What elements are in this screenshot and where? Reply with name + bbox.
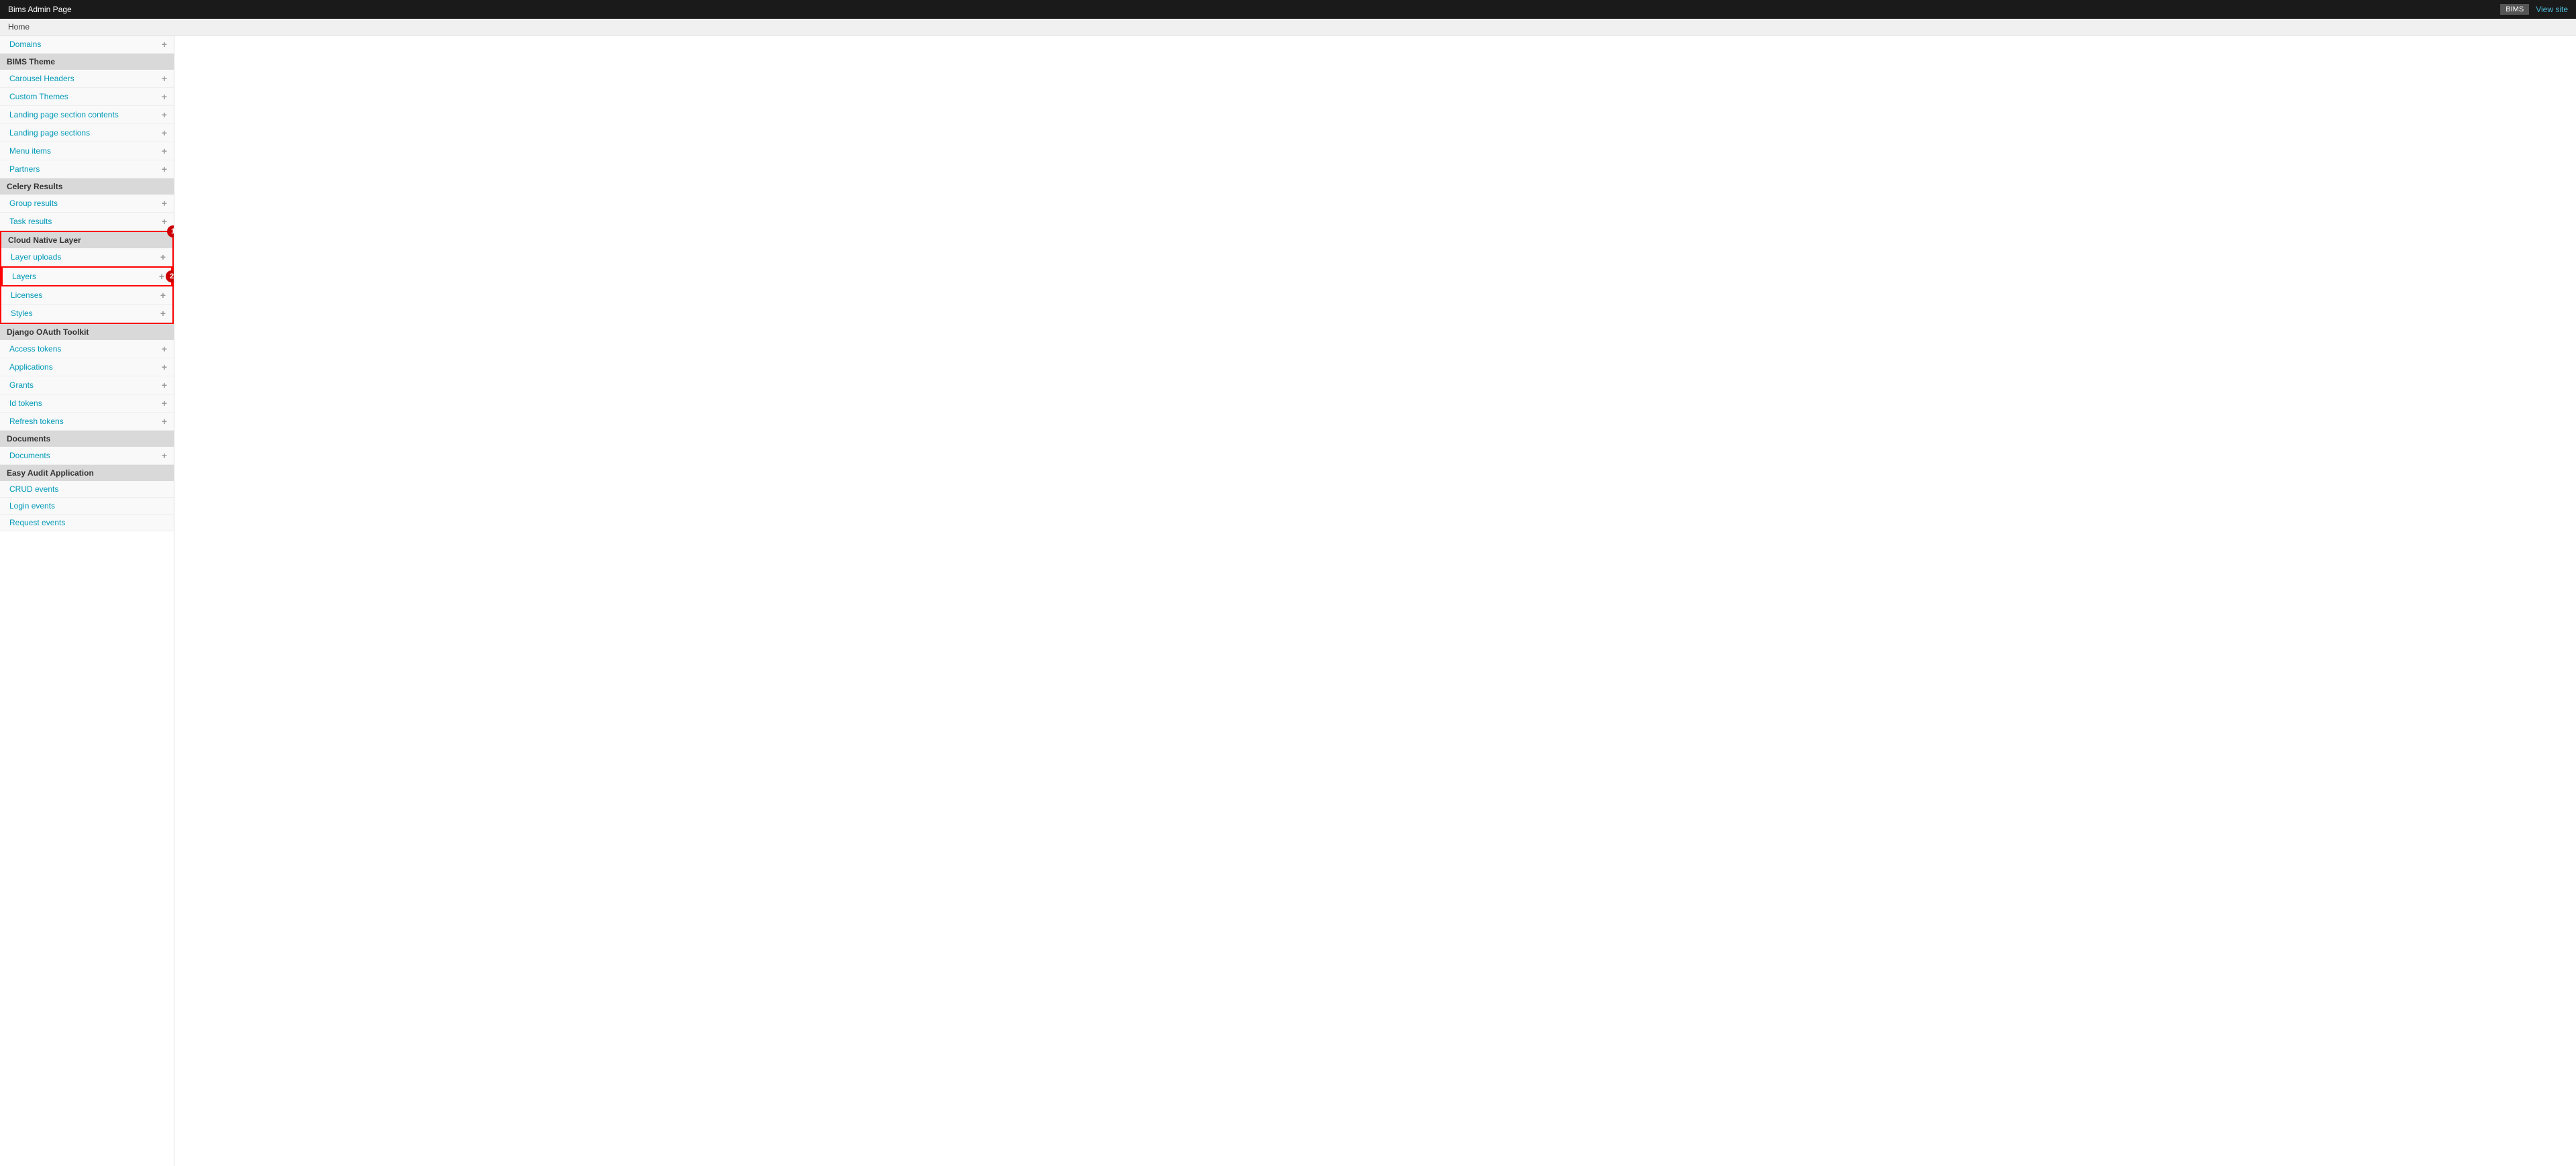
- layer-uploads-item: Layer uploads +: [1, 248, 172, 266]
- custom-themes-item: Custom Themes +: [0, 88, 174, 106]
- licenses-plus-icon[interactable]: +: [160, 290, 166, 301]
- annotation-badge-1: 1: [167, 225, 174, 237]
- section-documents: Documents Documents +: [0, 431, 174, 465]
- access-tokens-link[interactable]: Access tokens: [9, 344, 61, 354]
- task-results-item: Task results +: [0, 213, 174, 231]
- task-results-link[interactable]: Task results: [9, 217, 52, 226]
- sidebar: Domains + BIMS Theme Carousel Headers + …: [0, 36, 174, 1166]
- layers-link[interactable]: Layers: [12, 272, 36, 281]
- styles-plus-icon[interactable]: +: [160, 308, 166, 319]
- documents-plus-icon[interactable]: +: [162, 450, 167, 461]
- menu-items-item: Menu items +: [0, 142, 174, 160]
- custom-themes-plus-icon[interactable]: +: [162, 91, 167, 102]
- bims-theme-header: BIMS Theme: [0, 54, 174, 70]
- section-easy-audit: Easy Audit Application CRUD events Login…: [0, 465, 174, 531]
- licenses-link[interactable]: Licenses: [11, 290, 42, 300]
- applications-plus-icon[interactable]: +: [162, 362, 167, 372]
- section-django-oauth: Django OAuth Toolkit Access tokens + App…: [0, 324, 174, 431]
- section-cloud-native-layer: 1 Cloud Native Layer Layer uploads + Lay…: [0, 231, 174, 324]
- django-oauth-header: Django OAuth Toolkit: [0, 324, 174, 340]
- topbar: Bims Admin Page BIMS View site: [0, 0, 2576, 19]
- styles-link[interactable]: Styles: [11, 309, 33, 318]
- breadcrumb: Home: [0, 19, 2576, 36]
- carousel-headers-plus-icon[interactable]: +: [162, 73, 167, 84]
- landing-page-sections-link[interactable]: Landing page sections: [9, 128, 90, 138]
- content-area: [174, 36, 2576, 1166]
- group-results-plus-icon[interactable]: +: [162, 198, 167, 209]
- id-tokens-item: Id tokens +: [0, 394, 174, 413]
- layers-item: Layers + 2: [1, 266, 172, 286]
- login-events-item: Login events: [0, 498, 174, 515]
- cloud-native-layer-header: Cloud Native Layer: [1, 232, 172, 248]
- documents-link[interactable]: Documents: [9, 451, 50, 460]
- carousel-headers-link[interactable]: Carousel Headers: [9, 74, 74, 83]
- domains-item: Domains +: [0, 36, 174, 54]
- documents-header: Documents: [0, 431, 174, 447]
- landing-page-sections-item: Landing page sections +: [0, 124, 174, 142]
- group-results-link[interactable]: Group results: [9, 199, 58, 208]
- applications-item: Applications +: [0, 358, 174, 376]
- domains-link[interactable]: Domains: [9, 40, 41, 49]
- custom-themes-link[interactable]: Custom Themes: [9, 92, 68, 101]
- access-tokens-plus-icon[interactable]: +: [162, 343, 167, 354]
- grants-link[interactable]: Grants: [9, 380, 34, 390]
- celery-results-header: Celery Results: [0, 178, 174, 195]
- landing-page-sections-plus-icon[interactable]: +: [162, 127, 167, 138]
- topbar-right: BIMS View site: [2500, 4, 2568, 15]
- carousel-headers-item: Carousel Headers +: [0, 70, 174, 88]
- partners-plus-icon[interactable]: +: [162, 164, 167, 174]
- annotation-badge-2: 2: [166, 270, 174, 282]
- access-tokens-item: Access tokens +: [0, 340, 174, 358]
- layers-plus-icon[interactable]: +: [159, 271, 164, 282]
- menu-items-link[interactable]: Menu items: [9, 146, 51, 156]
- documents-item: Documents +: [0, 447, 174, 465]
- view-site-link[interactable]: View site: [2536, 5, 2568, 14]
- refresh-tokens-plus-icon[interactable]: +: [162, 416, 167, 427]
- section-bims-theme: Domains + BIMS Theme Carousel Headers + …: [0, 36, 174, 178]
- layer-uploads-plus-icon[interactable]: +: [160, 252, 166, 262]
- grants-item: Grants +: [0, 376, 174, 394]
- grants-plus-icon[interactable]: +: [162, 380, 167, 390]
- request-events-link[interactable]: Request events: [9, 518, 65, 527]
- styles-item: Styles +: [1, 305, 172, 323]
- crud-events-item: CRUD events: [0, 481, 174, 498]
- partners-link[interactable]: Partners: [9, 164, 40, 174]
- easy-audit-header: Easy Audit Application: [0, 465, 174, 481]
- topbar-title: Bims Admin Page: [8, 5, 72, 14]
- licenses-item: Licenses +: [1, 286, 172, 305]
- group-results-item: Group results +: [0, 195, 174, 213]
- section-celery-results: Celery Results Group results + Task resu…: [0, 178, 174, 231]
- request-events-item: Request events: [0, 515, 174, 531]
- id-tokens-plus-icon[interactable]: +: [162, 398, 167, 409]
- task-results-plus-icon[interactable]: +: [162, 216, 167, 227]
- topbar-button[interactable]: BIMS: [2500, 4, 2529, 15]
- login-events-link[interactable]: Login events: [9, 501, 55, 511]
- breadcrumb-home[interactable]: Home: [8, 22, 30, 32]
- partners-item: Partners +: [0, 160, 174, 178]
- refresh-tokens-link[interactable]: Refresh tokens: [9, 417, 64, 426]
- layer-uploads-link[interactable]: Layer uploads: [11, 252, 61, 262]
- main-layout: Domains + BIMS Theme Carousel Headers + …: [0, 36, 2576, 1166]
- landing-page-section-contents-item: Landing page section contents +: [0, 106, 174, 124]
- id-tokens-link[interactable]: Id tokens: [9, 399, 42, 408]
- applications-link[interactable]: Applications: [9, 362, 53, 372]
- landing-page-section-contents-link[interactable]: Landing page section contents: [9, 110, 119, 119]
- crud-events-link[interactable]: CRUD events: [9, 484, 58, 494]
- refresh-tokens-item: Refresh tokens +: [0, 413, 174, 431]
- domains-plus-icon[interactable]: +: [162, 39, 167, 50]
- landing-page-section-contents-plus-icon[interactable]: +: [162, 109, 167, 120]
- menu-items-plus-icon[interactable]: +: [162, 146, 167, 156]
